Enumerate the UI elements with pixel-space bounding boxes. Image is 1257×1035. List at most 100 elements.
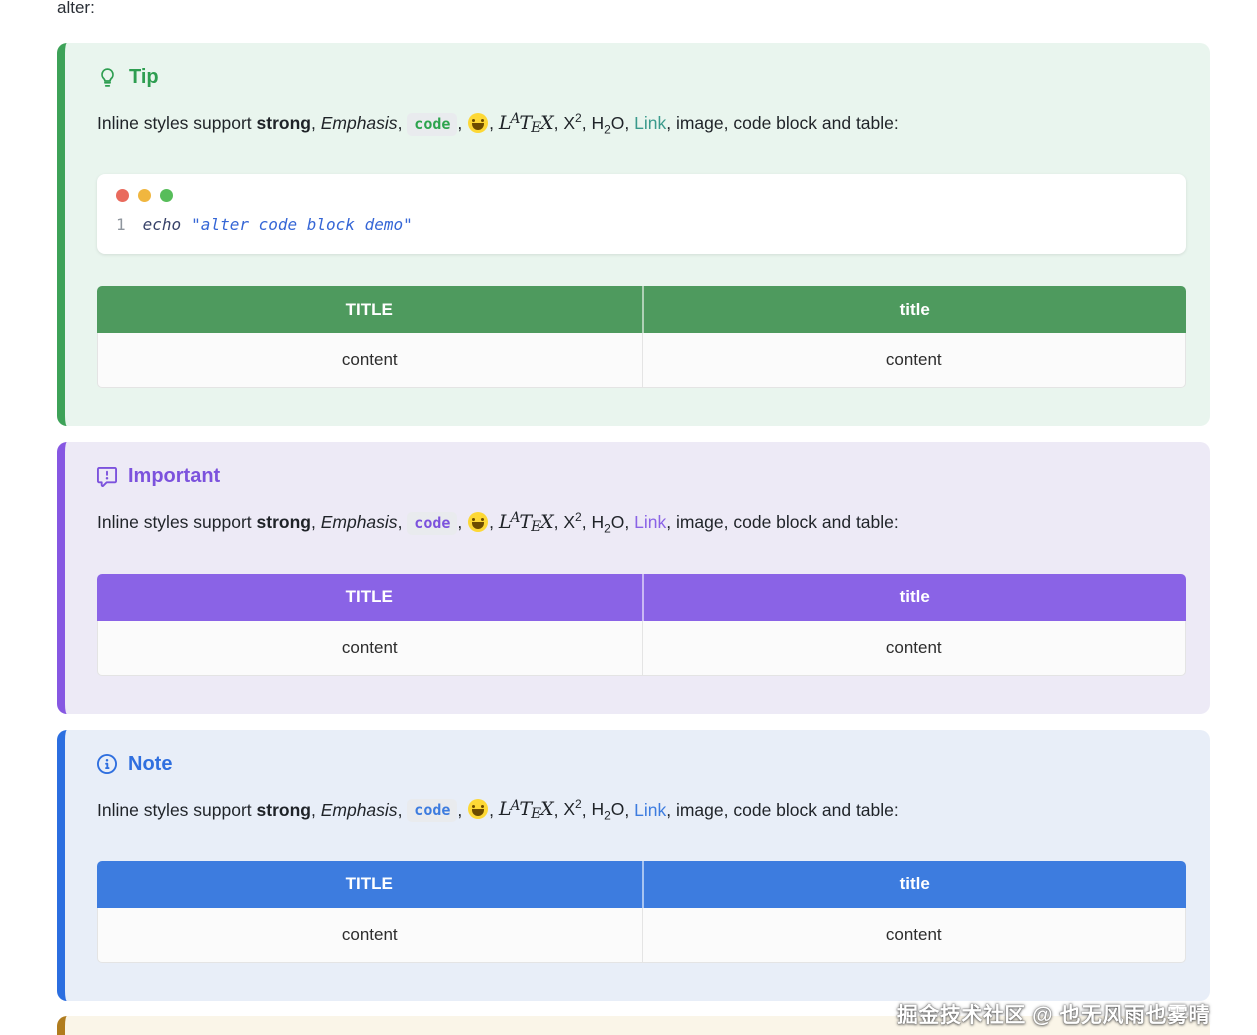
callout-title: Tip — [129, 66, 159, 89]
separator: , — [489, 113, 499, 133]
separator: , — [398, 799, 408, 819]
traffic-light-red-icon — [116, 189, 129, 202]
separator: , — [624, 799, 634, 819]
inline-code-demo: code — [407, 512, 457, 535]
intro-text: alter: — [57, 0, 1210, 19]
latex-letter: X — [540, 798, 554, 820]
code-block: 1 echo "alter code block demo" — [97, 174, 1186, 254]
separator: , — [311, 113, 321, 133]
sub-base: H — [591, 113, 604, 133]
separator: , — [398, 512, 408, 532]
separator: , — [311, 512, 321, 532]
demo-link[interactable]: Link — [634, 799, 666, 819]
demo-link[interactable]: Link — [634, 512, 666, 532]
latex-letter: X — [540, 112, 554, 134]
table-header-row: TITLE title — [97, 861, 1186, 908]
emphasis-demo: Emphasis — [321, 512, 398, 532]
table-cell: content — [642, 333, 1187, 388]
sub-base: H — [591, 799, 604, 819]
inline-styles-paragraph: Inline styles support strong, Emphasis, … — [97, 105, 1186, 143]
code-line: 1 echo "alter code block demo" — [116, 215, 1167, 234]
callout-title: Important — [128, 465, 220, 488]
demo-table: TITLE title content content — [97, 574, 1186, 676]
table-header-row: TITLE title — [97, 286, 1186, 333]
separator: , — [489, 512, 499, 532]
sub-script: 2 — [604, 122, 611, 136]
separator: , — [666, 113, 676, 133]
inline-code-demo: code — [407, 113, 457, 136]
subscript-demo: H2O — [591, 113, 624, 133]
strong-demo: strong — [257, 113, 311, 133]
emphasis-demo: Emphasis — [321, 113, 398, 133]
table-cell: content — [97, 333, 642, 388]
window-controls — [116, 189, 1167, 202]
superscript-demo: X2 — [563, 512, 581, 532]
separator: , — [582, 799, 592, 819]
latex-letter: L — [499, 112, 512, 134]
table-row: content content — [97, 621, 1186, 676]
latex-logo: LATEX — [499, 798, 554, 820]
separator: , — [666, 799, 676, 819]
paragraph-text: Inline styles support — [97, 113, 257, 133]
latex-logo: LATEX — [499, 511, 554, 533]
callout-header: Important — [97, 465, 1186, 488]
sup-exp: 2 — [575, 510, 582, 524]
strong-demo: strong — [257, 512, 311, 532]
strong-demo: strong — [257, 799, 311, 819]
separator: , — [489, 799, 499, 819]
table-header-cell: TITLE — [97, 574, 642, 621]
inline-styles-paragraph: Inline styles support strong, Emphasis, … — [97, 504, 1186, 542]
grin-emoji-icon — [468, 113, 488, 133]
demo-table: TITLE title content content — [97, 286, 1186, 388]
table-row: content content — [97, 908, 1186, 963]
callout-header: Tip — [97, 66, 1186, 89]
table-header-cell: TITLE — [97, 286, 642, 333]
sub-base: O — [611, 512, 625, 532]
callout-important: Important Inline styles support strong, … — [57, 442, 1210, 713]
grin-emoji-icon — [468, 799, 488, 819]
table-row: content content — [97, 333, 1186, 388]
sub-base: O — [611, 799, 625, 819]
table-header-cell: title — [642, 574, 1187, 621]
sub-base: O — [611, 113, 625, 133]
info-icon — [97, 754, 117, 774]
latex-letter: L — [499, 511, 512, 533]
latex-letter: L — [499, 798, 512, 820]
separator: , — [554, 799, 564, 819]
subscript-demo: H2O — [591, 512, 624, 532]
grin-emoji-icon — [468, 512, 488, 532]
separator: , — [398, 113, 408, 133]
traffic-light-yellow-icon — [138, 189, 151, 202]
sub-script: 2 — [604, 522, 611, 536]
separator: , — [624, 113, 634, 133]
separator: , — [457, 512, 467, 532]
lightbulb-icon — [97, 67, 118, 88]
separator: , — [457, 799, 467, 819]
table-cell: content — [97, 621, 642, 676]
separator: , — [457, 113, 467, 133]
page: alter: Tip Inline styles support strong,… — [0, 0, 1257, 1032]
sup-exp: 2 — [575, 111, 582, 125]
separator: , — [624, 512, 634, 532]
separator: , — [554, 113, 564, 133]
paragraph-text: image, code block and table: — [676, 113, 899, 133]
traffic-light-green-icon — [160, 189, 173, 202]
table-cell: content — [97, 908, 642, 963]
separator: , — [666, 512, 676, 532]
separator: , — [582, 512, 592, 532]
subscript-demo: H2O — [591, 799, 624, 819]
table-header-cell: title — [642, 286, 1187, 333]
demo-table: TITLE title content content — [97, 861, 1186, 963]
sup-base: X — [563, 512, 575, 532]
sub-base: H — [591, 512, 604, 532]
callout-note: Note Inline styles support strong, Empha… — [57, 730, 1210, 1001]
paragraph-text: Inline styles support — [97, 799, 257, 819]
report-icon — [97, 467, 117, 487]
demo-link[interactable]: Link — [634, 113, 666, 133]
paragraph-text: image, code block and table: — [676, 799, 899, 819]
emphasis-demo: Emphasis — [321, 799, 398, 819]
sup-exp: 2 — [575, 798, 582, 812]
inline-code-demo: code — [407, 799, 457, 822]
sub-script: 2 — [604, 809, 611, 823]
paragraph-text: Inline styles support — [97, 512, 257, 532]
